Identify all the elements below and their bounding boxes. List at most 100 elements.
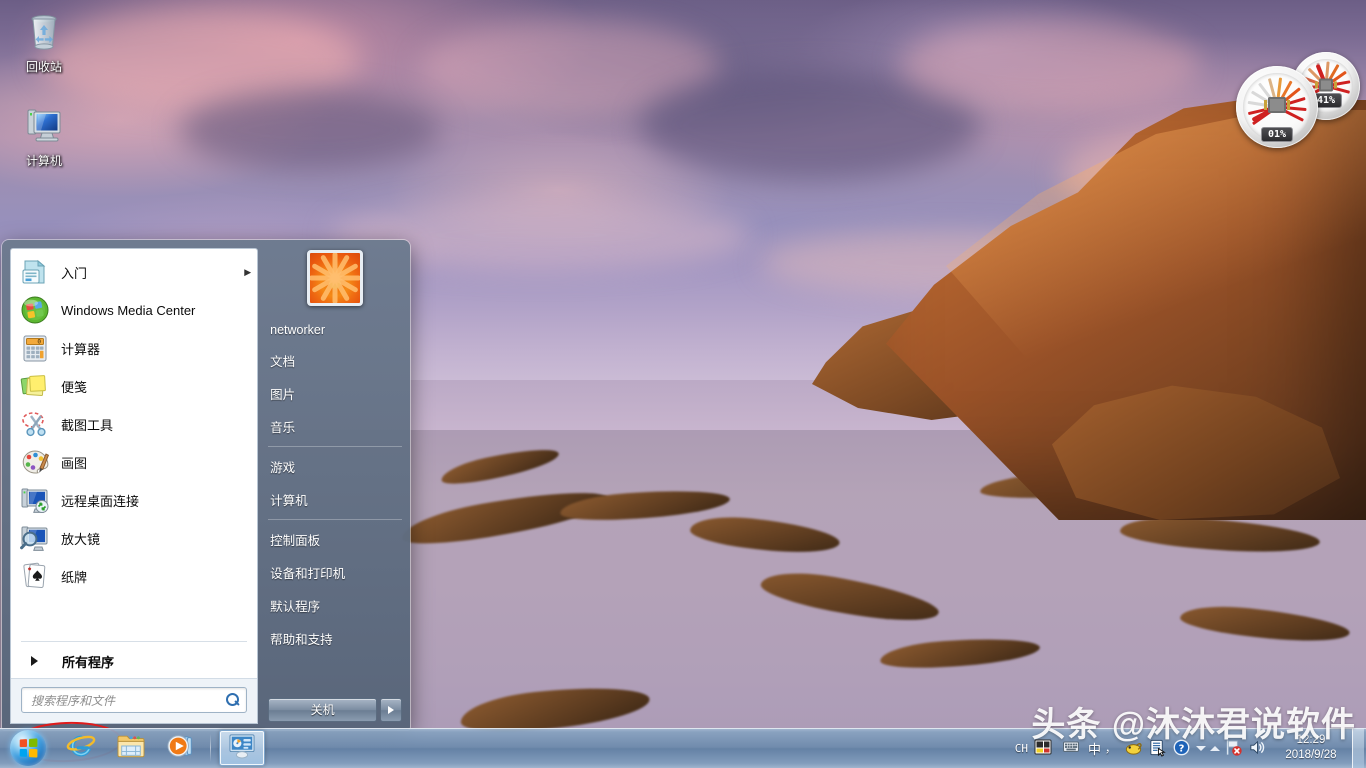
solitaire-icon <box>19 560 51 592</box>
chevron-right-icon <box>388 706 394 714</box>
network-error-icon[interactable] <box>1224 738 1244 758</box>
clock-time: 12:29 <box>1274 733 1348 748</box>
taskbar-item-internet-explorer[interactable] <box>58 730 104 766</box>
start-orb[interactable] <box>2 729 54 767</box>
sticky-notes-icon <box>19 370 51 402</box>
start-menu-item-label: 纸牌 <box>61 567 251 586</box>
document-icon[interactable] <box>1148 738 1168 758</box>
getting-started-icon <box>19 256 51 288</box>
shutdown-options-button[interactable] <box>380 698 402 722</box>
taskbar[interactable]: CH <box>0 728 1366 768</box>
divider <box>21 641 247 642</box>
start-menu-programs-panel: 入门 ▶ <box>10 248 258 724</box>
control-panel-icon <box>227 733 257 764</box>
language-bar[interactable]: CH <box>1015 738 1116 758</box>
avatar[interactable] <box>307 250 363 306</box>
help-icon[interactable]: ? <box>1172 738 1192 758</box>
divider <box>268 446 402 447</box>
start-menu-link-pictures[interactable]: 图片 <box>266 377 404 410</box>
start-menu-link-user[interactable]: networker <box>266 316 404 344</box>
desktop-icon-computer[interactable]: 计算机 <box>6 102 82 169</box>
ime-punctuation-mode[interactable]: ， <box>1105 740 1116 756</box>
start-menu-item-label: 放大镜 <box>61 529 251 548</box>
start-menu-item-remote-desktop[interactable]: 远程桌面连接 <box>11 481 257 519</box>
computer-icon <box>20 102 68 150</box>
system-tray[interactable]: CH <box>1015 728 1366 768</box>
cpu-meter-gadget[interactable]: 41% 01% <box>1236 52 1360 148</box>
taskbar-item-file-explorer[interactable] <box>108 730 154 766</box>
desktop-icon-recycle-bin[interactable]: 回收站 <box>6 8 82 75</box>
start-menu-item-label: 截图工具 <box>61 415 251 434</box>
show-desktop-button[interactable] <box>1352 728 1364 768</box>
paint-icon <box>19 446 51 478</box>
start-menu[interactable]: 入门 ▶ <box>2 240 410 730</box>
show-hidden-icons-down-icon[interactable] <box>1194 740 1208 756</box>
search-input[interactable]: 搜索程序和文件 <box>21 687 247 713</box>
divider <box>268 519 402 520</box>
clock-date: 2018/9/28 <box>1274 748 1348 763</box>
volume-icon[interactable] <box>1248 738 1268 758</box>
start-menu-item-getting-started[interactable]: 入门 ▶ <box>11 253 257 291</box>
ime-mode-chinese[interactable]: 中 <box>1088 739 1101 758</box>
start-menu-item-magnifier[interactable]: 放大镜 <box>11 519 257 557</box>
show-hidden-icons-up-icon[interactable] <box>1208 740 1222 756</box>
search-placeholder: 搜索程序和文件 <box>31 692 226 709</box>
ime-logo-icon[interactable] <box>1034 738 1054 758</box>
recycle-bin-icon <box>20 8 68 56</box>
desktop-icon-label: 计算机 <box>26 154 62 168</box>
soft-keyboard-icon[interactable] <box>1062 738 1082 758</box>
start-menu-link-control-panel[interactable]: 控制面板 <box>266 523 404 556</box>
cpu-chip-icon <box>1268 97 1286 113</box>
start-menu-link-music[interactable]: 音乐 <box>266 410 404 443</box>
media-player-icon <box>166 732 196 765</box>
onenote-clipper-icon[interactable] <box>1124 738 1144 758</box>
start-menu-item-label: 便笺 <box>61 377 251 396</box>
search-area: 搜索程序和文件 <box>11 678 257 723</box>
all-programs-label: 所有程序 <box>62 652 114 671</box>
all-programs-button[interactable]: 所有程序 <box>11 644 257 678</box>
start-menu-item-label: 画图 <box>61 453 251 472</box>
taskbar-window-control-panel[interactable] <box>219 730 265 766</box>
media-center-icon <box>19 294 51 326</box>
start-menu-item-snipping-tool[interactable]: 截图工具 <box>11 405 257 443</box>
program-list: 入门 ▶ <box>11 249 257 639</box>
memory-chip-icon <box>1319 78 1333 91</box>
taskbar-clock[interactable]: 12:29 2018/9/28 <box>1274 733 1348 763</box>
svg-text:?: ? <box>1179 743 1185 754</box>
cpu-value: 01% <box>1261 127 1293 142</box>
start-menu-link-games[interactable]: 游戏 <box>266 450 404 483</box>
start-menu-places-panel: networker 文档 图片 音乐 游戏 计算机 控制面板 设备和打印机 默认… <box>266 248 404 724</box>
start-menu-item-paint[interactable]: 画图 <box>11 443 257 481</box>
divider <box>210 734 211 762</box>
chevron-right-icon: ▶ <box>244 267 251 278</box>
start-menu-item-label: 计算器 <box>61 339 251 358</box>
file-explorer-icon <box>116 733 146 764</box>
chevron-right-icon <box>31 656 38 666</box>
start-menu-item-sticky-notes[interactable]: 便笺 <box>11 367 257 405</box>
search-icon <box>226 693 240 707</box>
start-menu-item-label: 入门 <box>61 263 244 282</box>
internet-explorer-icon <box>66 731 96 766</box>
cpu-gauge[interactable]: 01% <box>1236 66 1318 148</box>
start-menu-link-devices-printers[interactable]: 设备和打印机 <box>266 556 404 589</box>
start-menu-link-default-programs[interactable]: 默认程序 <box>266 589 404 622</box>
start-menu-item-calculator[interactable]: 0 <box>11 329 257 367</box>
windows-logo-icon <box>20 738 38 757</box>
language-indicator[interactable]: CH <box>1015 742 1028 755</box>
start-menu-link-computer[interactable]: 计算机 <box>266 483 404 516</box>
start-menu-item-media-center[interactable]: Windows Media Center <box>11 291 257 329</box>
desktop-icon-label: 回收站 <box>26 60 62 74</box>
snipping-tool-icon <box>19 408 51 440</box>
svg-text:0: 0 <box>37 339 41 346</box>
start-menu-item-solitaire[interactable]: 纸牌 <box>11 557 257 595</box>
calculator-icon: 0 <box>19 332 51 364</box>
remote-desktop-icon <box>19 484 51 516</box>
shutdown-row: 关机 <box>266 694 404 724</box>
start-menu-link-documents[interactable]: 文档 <box>266 344 404 377</box>
start-menu-item-label: 远程桌面连接 <box>61 491 251 510</box>
taskbar-item-media-player[interactable] <box>158 730 204 766</box>
shutdown-button[interactable]: 关机 <box>268 698 377 722</box>
magnifier-icon <box>19 522 51 554</box>
start-menu-item-label: Windows Media Center <box>61 303 251 318</box>
start-menu-link-help-support[interactable]: 帮助和支持 <box>266 622 404 655</box>
